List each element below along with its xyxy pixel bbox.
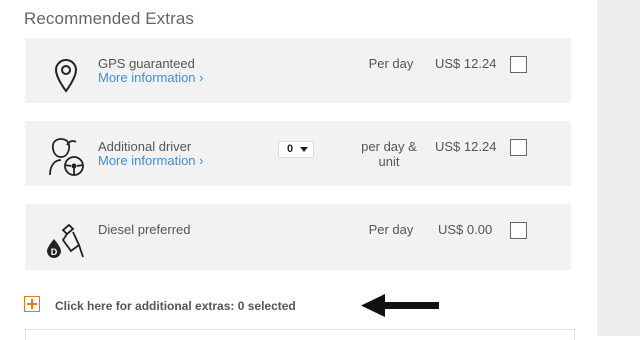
driver-quantity-select[interactable]: 0 (278, 141, 314, 158)
diesel-fuel-icon: D (43, 221, 87, 266)
more-information-link[interactable]: More information › (98, 153, 203, 168)
extra-price: US$ 0.00 (438, 222, 493, 237)
extra-name: GPS guaranteed (98, 56, 195, 71)
driver-icon (47, 135, 85, 182)
extra-name: Additional driver (98, 139, 192, 154)
extra-price: US$ 12.24 (435, 139, 497, 154)
extra-row-gps: GPS guaranteed More information › Per da… (25, 38, 571, 103)
map-pin-icon (51, 57, 81, 98)
caret-down-icon (300, 147, 308, 152)
price-unit: per day & unit (361, 139, 417, 169)
extra-row-diesel: D Diesel preferred Per day US$ 0.00 (25, 204, 571, 270)
plus-icon (24, 296, 40, 312)
gps-checkbox[interactable] (510, 56, 527, 73)
extra-name: Diesel preferred (98, 222, 191, 237)
price-unit: Per day (368, 222, 414, 237)
price-unit: Per day (368, 56, 414, 71)
svg-text:D: D (51, 247, 58, 257)
quantity-value: 0 (287, 143, 294, 155)
extras-panel (25, 329, 575, 340)
additional-driver-checkbox[interactable] (510, 139, 527, 156)
diesel-checkbox[interactable] (510, 222, 527, 239)
additional-extras-label: Click here for additional extras: 0 sele… (55, 299, 296, 313)
arrow-left-icon (361, 294, 441, 318)
more-information-link[interactable]: More information › (98, 70, 203, 85)
extra-price: US$ 12.24 (435, 56, 497, 71)
side-panel (597, 0, 640, 336)
extra-row-additional-driver: Additional driver More information › 0 p… (25, 121, 571, 186)
section-title: Recommended Extras (24, 9, 194, 28)
